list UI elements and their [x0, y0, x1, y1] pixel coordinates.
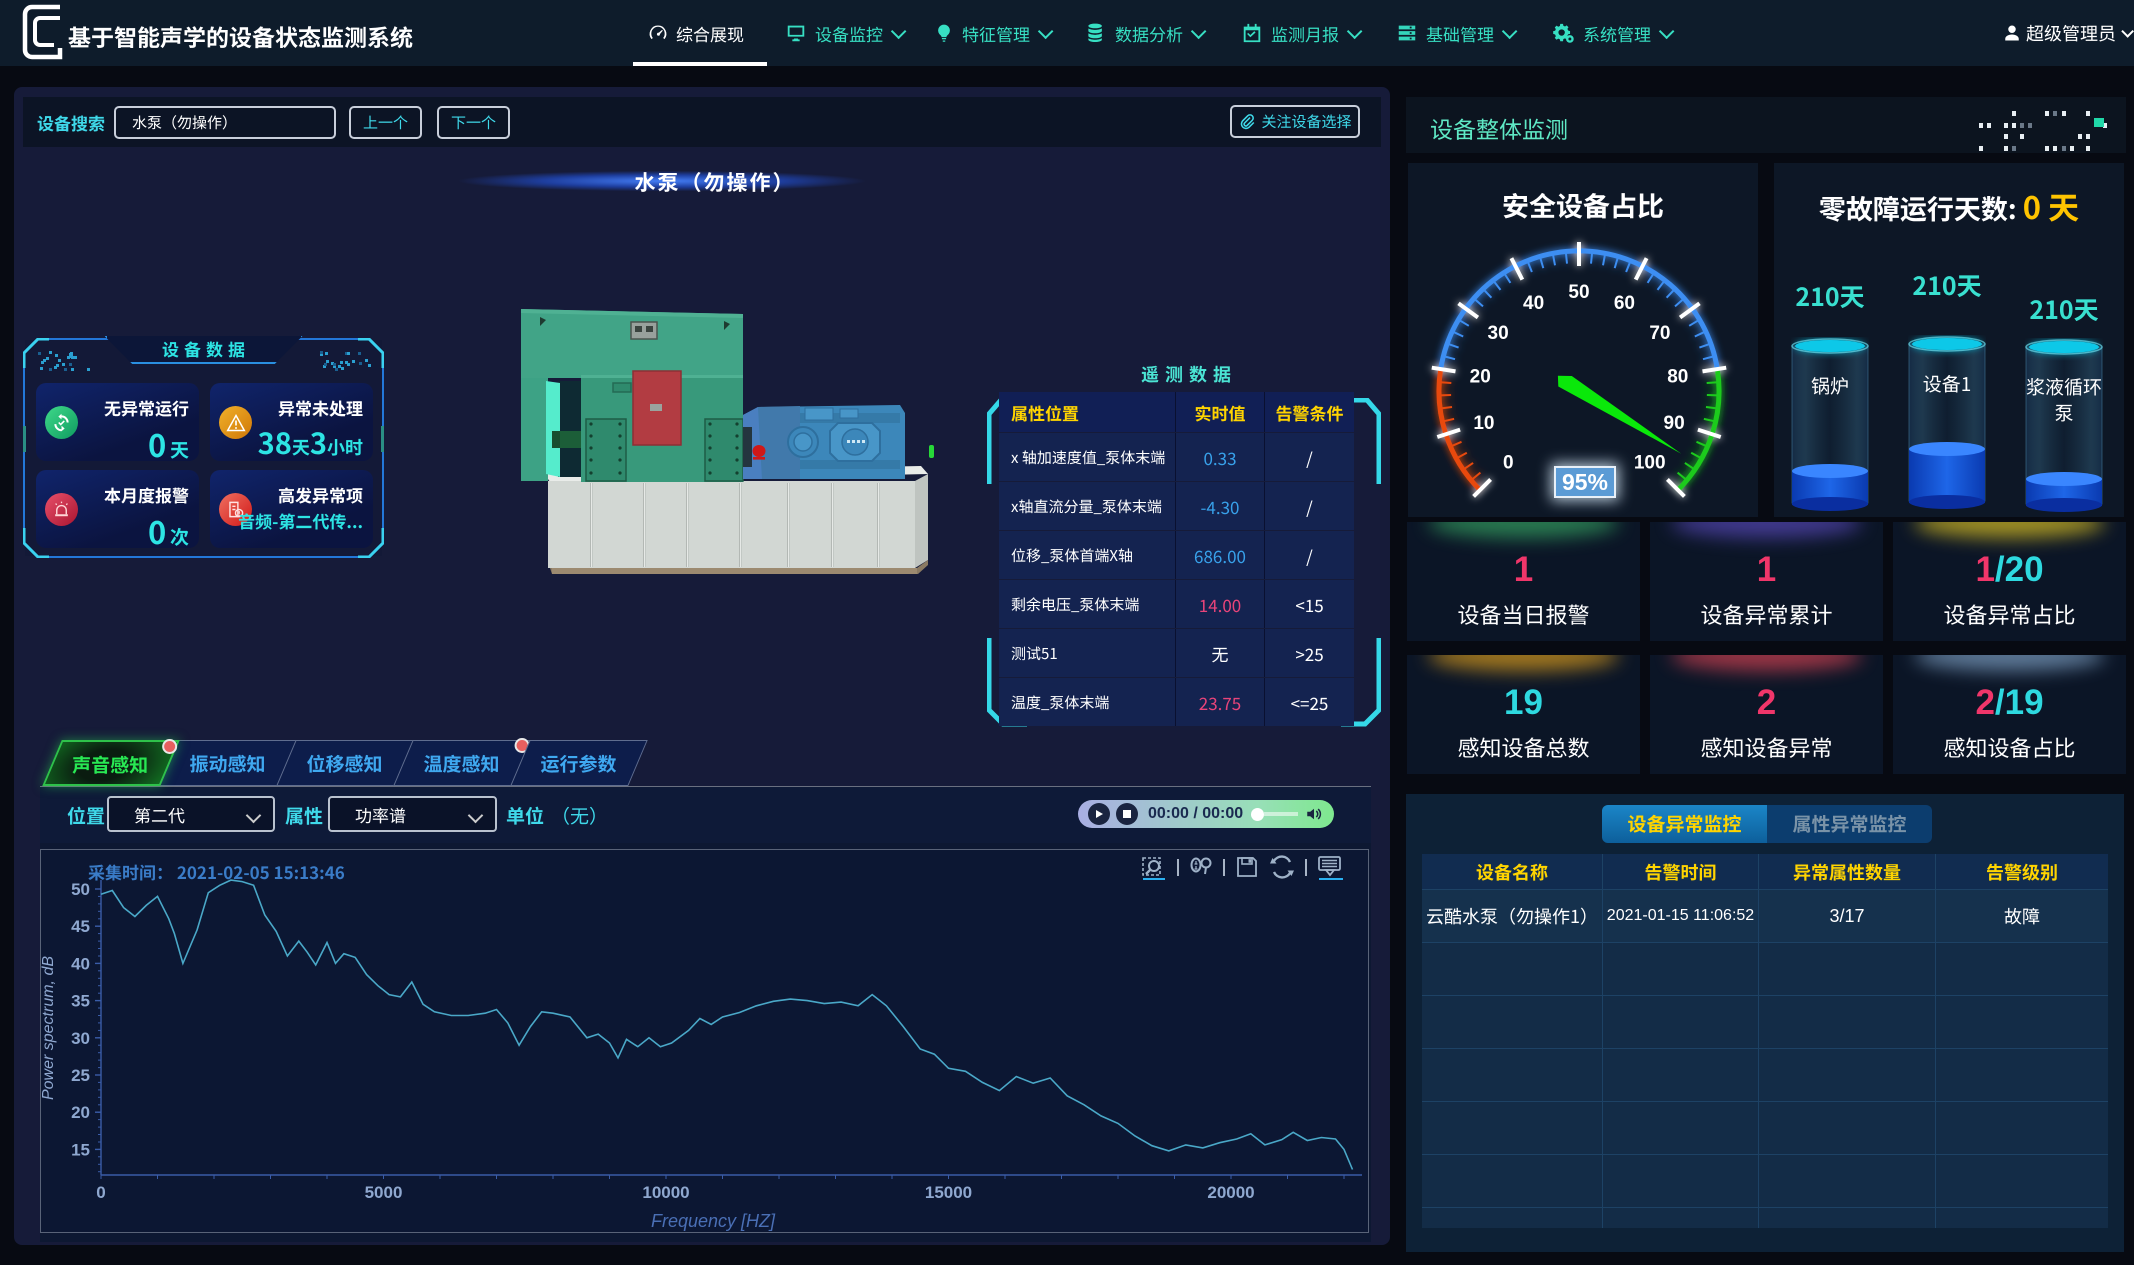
- svg-text:30: 30: [1488, 323, 1509, 344]
- svg-text:Power spectrum, dB: Power spectrum, dB: [41, 956, 57, 1100]
- svg-text:50: 50: [1568, 282, 1589, 303]
- svg-text:90: 90: [1664, 413, 1685, 434]
- svg-text:40: 40: [71, 954, 90, 973]
- svg-text:20: 20: [1470, 366, 1491, 387]
- svg-text:30: 30: [71, 1029, 90, 1048]
- svg-text:25: 25: [71, 1066, 90, 1085]
- svg-text:70: 70: [1649, 323, 1670, 344]
- svg-text:10000: 10000: [642, 1183, 689, 1202]
- svg-text:20: 20: [71, 1103, 90, 1122]
- svg-text:80: 80: [1667, 366, 1688, 387]
- svg-text:45: 45: [71, 917, 90, 936]
- svg-text:100: 100: [1634, 453, 1666, 474]
- svg-text:60: 60: [1614, 293, 1635, 314]
- svg-text:0: 0: [1503, 453, 1514, 474]
- svg-text:Frequency [HZ]: Frequency [HZ]: [651, 1211, 776, 1231]
- svg-text:20000: 20000: [1207, 1183, 1254, 1202]
- svg-text:50: 50: [71, 880, 90, 899]
- svg-text:0: 0: [96, 1183, 105, 1202]
- svg-text:10: 10: [1473, 413, 1494, 434]
- svg-text:40: 40: [1523, 293, 1544, 314]
- svg-text:15000: 15000: [925, 1183, 972, 1202]
- svg-text:35: 35: [71, 992, 90, 1011]
- svg-text:5000: 5000: [365, 1183, 403, 1202]
- svg-text:15: 15: [71, 1140, 90, 1159]
